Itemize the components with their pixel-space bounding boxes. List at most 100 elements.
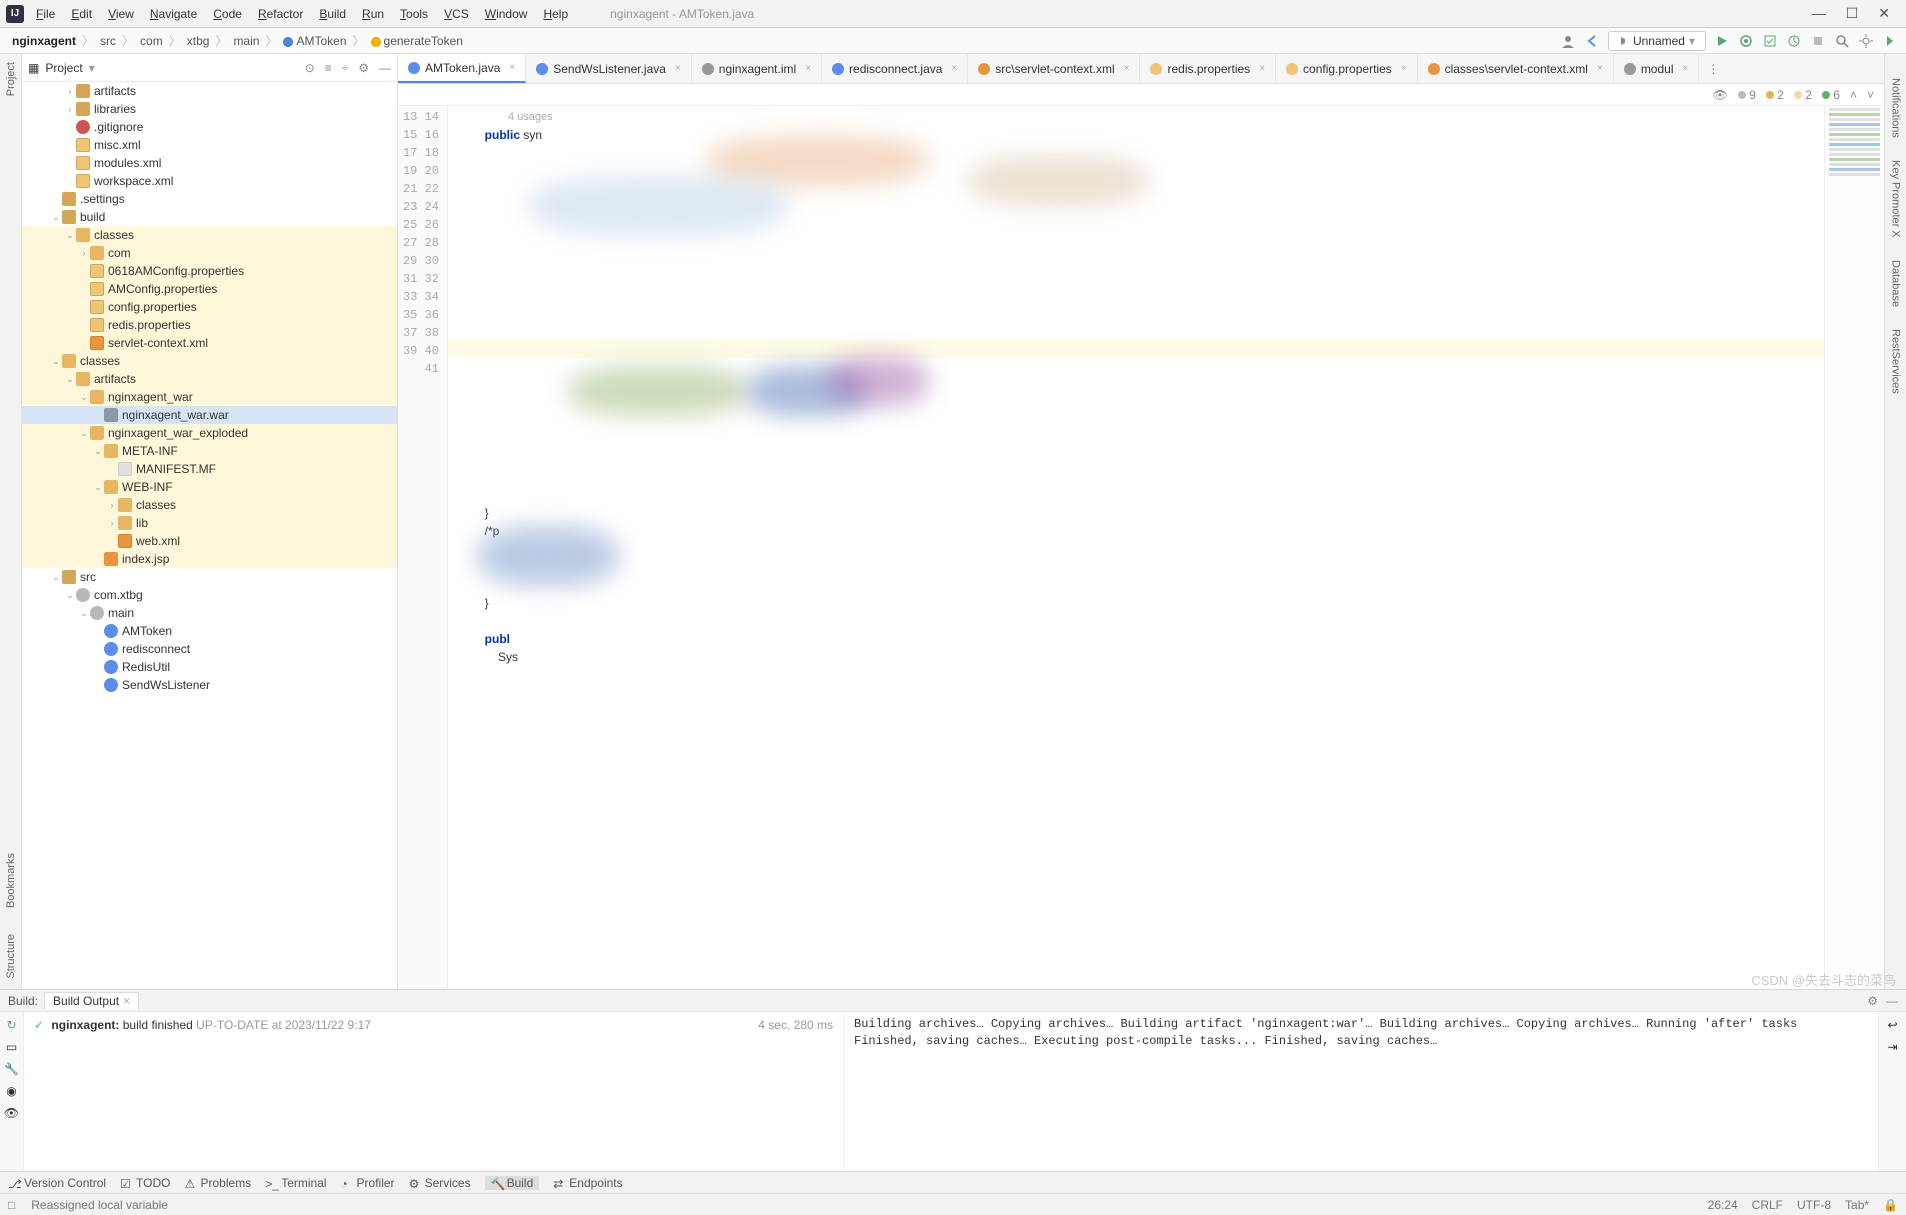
close-button[interactable]: ✕ — [1878, 5, 1890, 22]
tree-node[interactable]: ›lib — [22, 514, 397, 532]
menu-view[interactable]: View — [100, 5, 142, 23]
menu-help[interactable]: Help — [535, 5, 576, 23]
close-tab-icon[interactable]: × — [1124, 63, 1130, 74]
build-tree[interactable]: ✓ nginxagent: build finished UP-TO-DATE … — [24, 1012, 844, 1171]
toolwindow-build[interactable]: 🔨Build — [485, 1176, 540, 1190]
run-icon[interactable] — [1714, 33, 1730, 49]
collapse-all-icon[interactable]: ÷ — [342, 61, 349, 75]
tree-node[interactable]: ⌄classes — [22, 226, 397, 244]
editor-tab[interactable]: redisconnect.java× — [822, 54, 968, 83]
select-opened-icon[interactable]: ⊙ — [305, 61, 315, 75]
tree-node[interactable]: AMConfig.properties — [22, 280, 397, 298]
crumb-AMToken[interactable]: AMToken — [279, 34, 350, 48]
menu-file[interactable]: File — [28, 5, 63, 23]
right-tool-restservices[interactable]: RestServices — [1890, 325, 1902, 398]
editor[interactable]: 13 14 15 16 17 18 19 20 21 22 23 24 25 2… — [398, 106, 1884, 989]
tree-node[interactable]: ⌄src — [22, 568, 397, 586]
structure-tool-button[interactable]: Structure — [5, 930, 17, 983]
close-tab-icon[interactable]: × — [1259, 63, 1265, 74]
tree-node[interactable]: config.properties — [22, 298, 397, 316]
right-tool-database[interactable]: Database — [1890, 256, 1902, 311]
bookmarks-tool-button[interactable]: Bookmarks — [5, 849, 17, 912]
tree-node[interactable]: ⌄nginxagent_war_exploded — [22, 424, 397, 442]
indent[interactable]: Tab* — [1845, 1198, 1869, 1212]
profiler-icon[interactable] — [1786, 33, 1802, 49]
crumb-com[interactable]: com — [136, 34, 167, 48]
reader-mode-icon[interactable]: 👁 — [1713, 88, 1728, 102]
build-settings-icon[interactable]: ⚙ — [1867, 994, 1878, 1008]
debug-icon[interactable] — [1738, 33, 1754, 49]
pin-icon[interactable]: 🔧 — [4, 1062, 19, 1076]
view-icon[interactable]: 👁 — [4, 1106, 19, 1120]
project-tool-button[interactable]: Project — [5, 58, 17, 100]
close-tab-icon[interactable]: × — [1683, 63, 1689, 74]
next-highlight-icon[interactable]: ˅ — [1867, 88, 1874, 102]
tree-node[interactable]: ›artifacts — [22, 82, 397, 100]
expand-all-icon[interactable]: ≡ — [325, 61, 332, 75]
close-tab-icon[interactable]: × — [805, 63, 811, 74]
coverage-icon[interactable] — [1762, 33, 1778, 49]
tree-node[interactable]: ›com — [22, 244, 397, 262]
menu-navigate[interactable]: Navigate — [142, 5, 205, 23]
tree-node[interactable]: ⌄main — [22, 604, 397, 622]
lock-icon[interactable]: 🔒 — [1883, 1198, 1898, 1212]
tree-node[interactable]: redisconnect — [22, 640, 397, 658]
tree-node[interactable]: RedisUtil — [22, 658, 397, 676]
menu-run[interactable]: Run — [354, 5, 392, 23]
crumb-generateToken[interactable]: generateToken — [367, 34, 467, 48]
soft-wrap-icon[interactable]: ↩ — [1887, 1018, 1897, 1032]
encoding[interactable]: UTF-8 — [1797, 1198, 1831, 1212]
tree-node[interactable]: .settings — [22, 190, 397, 208]
tree-node[interactable]: ›classes — [22, 496, 397, 514]
right-tool-key-promoter-x[interactable]: Key Promoter X — [1890, 156, 1902, 242]
project-tree[interactable]: ›artifacts›libraries.gitignoremisc.xmlmo… — [22, 82, 397, 989]
filter-icon[interactable]: ▭ — [6, 1040, 17, 1054]
tree-node[interactable]: workspace.xml — [22, 172, 397, 190]
tree-node[interactable]: ⌄WEB-INF — [22, 478, 397, 496]
tree-node[interactable]: servlet-context.xml — [22, 334, 397, 352]
build-output-tab[interactable]: Build Output × — [44, 992, 139, 1009]
tree-node[interactable]: ⌄nginxagent_war — [22, 388, 397, 406]
tree-node[interactable]: MANIFEST.MF — [22, 460, 397, 478]
tree-node[interactable]: 0618AMConfig.properties — [22, 262, 397, 280]
close-tab-icon[interactable]: × — [1597, 63, 1603, 74]
line-separator[interactable]: CRLF — [1752, 1198, 1783, 1212]
search-icon[interactable] — [1834, 33, 1850, 49]
inspections-bar[interactable]: 👁 9 2 2 6 ˄ ˅ — [398, 84, 1884, 106]
editor-tab[interactable]: AMToken.java× — [398, 54, 526, 83]
toolwindow-terminal[interactable]: >_Terminal — [265, 1176, 326, 1190]
close-tab-icon[interactable]: × — [951, 63, 957, 74]
editor-tab[interactable]: redis.properties× — [1140, 54, 1276, 83]
hide-icon[interactable]: — — [379, 61, 391, 75]
maximize-button[interactable]: ☐ — [1846, 5, 1859, 22]
menu-edit[interactable]: Edit — [63, 5, 100, 23]
toolwindow-endpoints[interactable]: ⇄Endpoints — [553, 1176, 622, 1190]
toolwindow-version-control[interactable]: ⎇Version Control — [8, 1176, 106, 1190]
editor-tab[interactable]: modul× — [1614, 54, 1700, 83]
tree-node[interactable]: ›libraries — [22, 100, 397, 118]
breadcrumbs[interactable]: nginxagent〉src〉com〉xtbg〉main〉AMToken〉gen… — [8, 32, 467, 49]
menu-tools[interactable]: Tools — [392, 5, 436, 23]
minimap[interactable] — [1824, 106, 1884, 989]
toolwindow-services[interactable]: ⚙Services — [409, 1176, 471, 1190]
user-icon[interactable] — [1560, 33, 1576, 49]
tree-node[interactable]: modules.xml — [22, 154, 397, 172]
build-hide-icon[interactable]: — — [1886, 994, 1898, 1008]
scroll-end-icon[interactable]: ⇥ — [1887, 1040, 1897, 1054]
tree-node[interactable]: ⌄com.xtbg — [22, 586, 397, 604]
crumb-nginxagent[interactable]: nginxagent — [8, 34, 80, 48]
toolwindow-profiler[interactable]: ◔Profiler — [341, 1176, 395, 1190]
tabs-more-icon[interactable]: ⋮ — [1699, 62, 1727, 76]
gutter[interactable]: 13 14 15 16 17 18 19 20 21 22 23 24 25 2… — [398, 106, 448, 989]
build-log[interactable]: Building archives… Copying archives… Bui… — [844, 1012, 1878, 1171]
menu-vcs[interactable]: VCS — [436, 5, 477, 23]
forward-icon[interactable] — [1882, 33, 1898, 49]
menu-code[interactable]: Code — [205, 5, 250, 23]
close-tab-icon[interactable]: × — [1401, 63, 1407, 74]
crumb-main[interactable]: main — [229, 34, 263, 48]
run-config-selector[interactable]: Unnamed ▾ — [1608, 31, 1706, 51]
toolwindow-problems[interactable]: ⚠Problems — [185, 1176, 252, 1190]
tree-node[interactable]: ⌄META-INF — [22, 442, 397, 460]
tree-node[interactable]: misc.xml — [22, 136, 397, 154]
close-tab-icon[interactable]: × — [509, 62, 515, 73]
